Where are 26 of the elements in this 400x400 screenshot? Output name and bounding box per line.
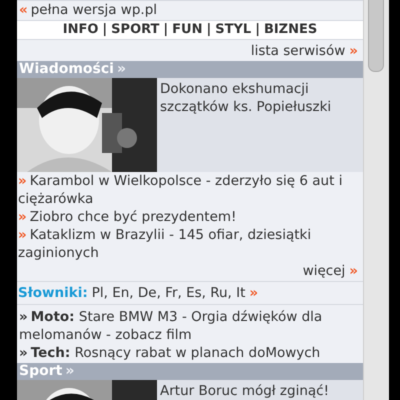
full-version-link[interactable]: pełna wersja wp.pl: [30, 1, 158, 19]
nav-separator: |: [255, 21, 260, 39]
nav-separator: |: [163, 21, 168, 39]
dictionaries-marker: »: [249, 284, 258, 302]
lead-headline[interactable]: Artur Boruc mógł zginąć!: [157, 380, 332, 400]
nav-link[interactable]: INFO: [62, 21, 98, 39]
topic-item[interactable]: » Moto: Stare BMW M3 - Orgia dźwięków dla melomanów - zobacz film: [17, 308, 363, 344]
services-link[interactable]: lista serwisów: [250, 42, 346, 60]
section-marker: »: [65, 363, 74, 380]
nav-link[interactable]: FUN: [172, 21, 202, 39]
back-marker: «: [19, 1, 28, 19]
lead-headline[interactable]: Dokonano ekshumacji szczątków ks. Popiełuszki: [157, 78, 363, 172]
section-marker: »: [116, 61, 126, 78]
nav-link[interactable]: STYL: [215, 21, 252, 39]
nav-separator: |: [206, 21, 212, 39]
more-link[interactable]: więcej: [302, 262, 346, 280]
nav-separator: |: [102, 21, 108, 39]
nav-link[interactable]: SPORT: [111, 21, 160, 39]
news-item[interactable]: » Karambol w Wielkopolsce - zderzyło się 6 aut i ciężarówka: [17, 172, 363, 208]
scrollbar[interactable]: [363, 0, 389, 400]
topic-item[interactable]: » Tech: Rosnący rabat w planach doMowych: [17, 344, 363, 362]
dictionary-languages[interactable]: Pl, En, De, Fr, Es, Ru, It: [92, 284, 246, 302]
news-item[interactable]: » Ziobro chce być prezydentem!: [17, 208, 363, 226]
nav-link[interactable]: BIZNES: [264, 21, 318, 39]
more-marker: »: [349, 262, 358, 280]
services-marker: »: [349, 42, 358, 60]
